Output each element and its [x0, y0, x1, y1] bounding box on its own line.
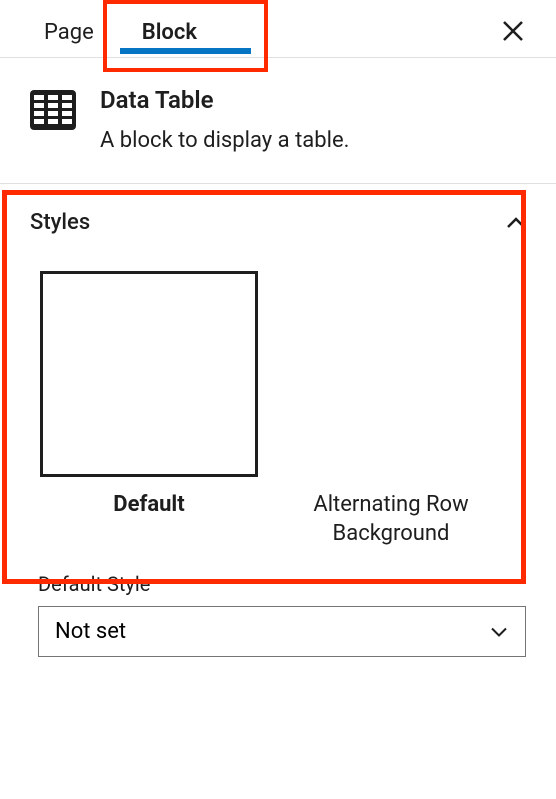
- style-label-alternating: Alternating Row Background: [282, 491, 500, 548]
- block-description: A block to display a table.: [100, 128, 349, 153]
- styles-heading: Styles: [30, 210, 90, 235]
- tab-active-underline: [120, 48, 251, 54]
- default-style-section: Default Style Not set: [0, 560, 556, 677]
- styles-panel-toggle[interactable]: Styles: [0, 196, 556, 249]
- styles-panel: Styles Default Alternating Row Backgroun…: [0, 184, 556, 677]
- style-label-default: Default: [113, 491, 184, 520]
- style-options: Default Alternating Row Background: [0, 249, 556, 560]
- default-style-label: Default Style: [38, 572, 526, 596]
- style-preview-alternating: [282, 271, 500, 477]
- block-header: Data Table A block to display a table.: [0, 58, 556, 184]
- default-style-select-wrapper: Not set: [38, 606, 526, 657]
- default-style-select[interactable]: Not set: [38, 606, 526, 657]
- style-option-alternating[interactable]: Alternating Row Background: [282, 271, 500, 548]
- block-title: Data Table: [100, 86, 349, 114]
- tab-page[interactable]: Page: [20, 8, 118, 57]
- data-table-icon: [30, 90, 76, 130]
- style-option-default[interactable]: Default: [40, 271, 258, 548]
- chevron-up-icon: [506, 210, 526, 235]
- close-icon: [502, 20, 524, 42]
- block-info: Data Table A block to display a table.: [100, 86, 349, 153]
- close-button[interactable]: [490, 8, 536, 57]
- tabs-bar: Page Block: [0, 0, 556, 58]
- style-preview-default: [40, 271, 258, 477]
